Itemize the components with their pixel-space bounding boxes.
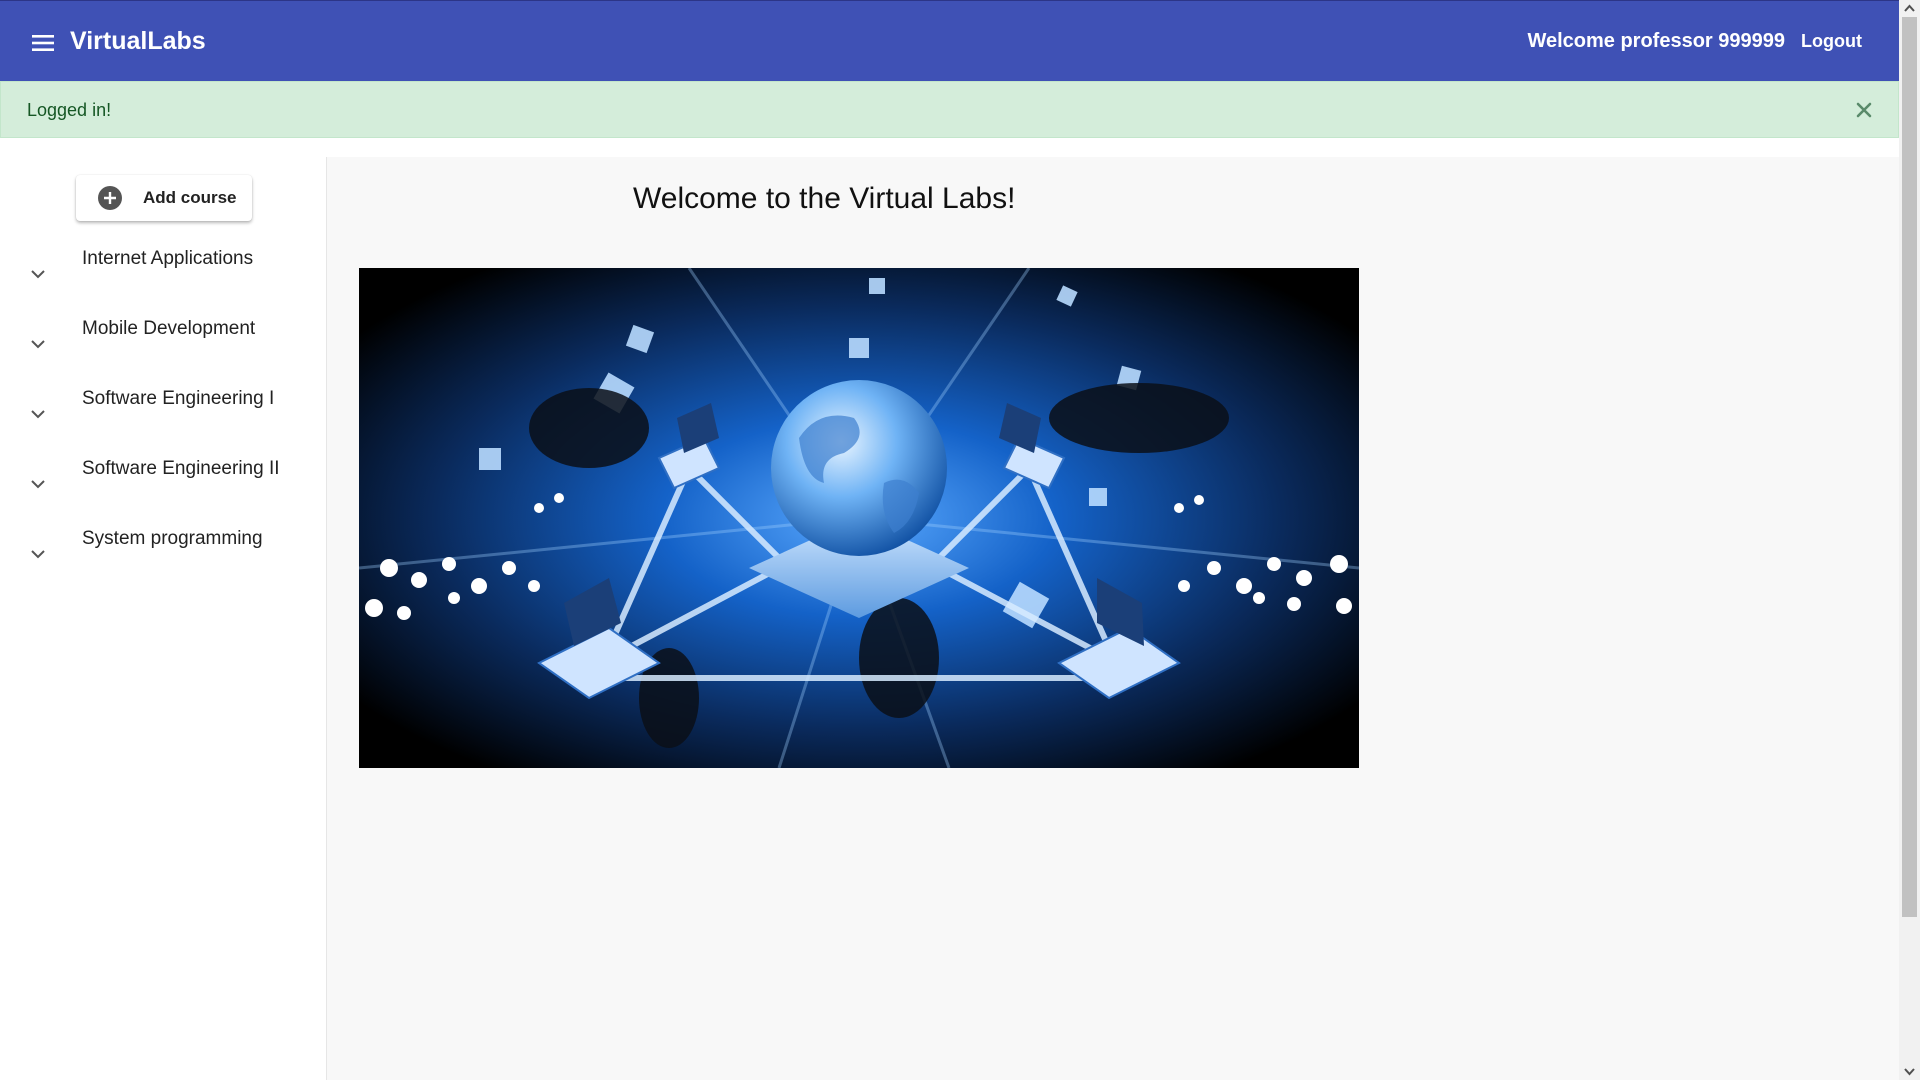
course-item-internet-applications[interactable]: Internet Applications xyxy=(0,245,327,301)
chevron-down-icon xyxy=(31,550,45,559)
page-title: Welcome to the Virtual Labs! xyxy=(633,182,1016,215)
add-course-button[interactable]: Add course xyxy=(76,175,252,221)
logout-button[interactable]: Logout xyxy=(1801,1,1862,82)
plus-circle-icon xyxy=(98,186,122,210)
welcome-message: Welcome professor 999999 xyxy=(1527,30,1785,52)
globe-network-illustration xyxy=(359,268,1359,768)
chevron-down-icon xyxy=(31,480,45,489)
chevron-down-icon xyxy=(1904,1068,1915,1076)
close-icon xyxy=(1856,102,1872,118)
chevron-down-icon xyxy=(31,410,45,419)
alert-close-button[interactable] xyxy=(1854,100,1874,120)
sidebar: Add course Internet Applications Mobile … xyxy=(0,157,327,1080)
hero-image xyxy=(359,268,1359,768)
chevron-down-icon xyxy=(31,340,45,349)
vertical-scrollbar[interactable] xyxy=(1899,0,1920,1080)
top-toolbar: VirtualLabs Welcome professor 999999 Log… xyxy=(0,0,1899,81)
course-item-software-engineering-i[interactable]: Software Engineering I xyxy=(0,385,327,441)
course-label: Internet Applications xyxy=(82,248,254,269)
course-item-mobile-development[interactable]: Mobile Development xyxy=(0,315,327,371)
chevron-up-icon xyxy=(1904,4,1915,12)
scroll-down-button[interactable] xyxy=(1899,1063,1920,1080)
course-label: Software Engineering I xyxy=(82,388,275,409)
hamburger-menu-icon xyxy=(32,35,54,51)
course-label: Mobile Development xyxy=(82,318,256,339)
chevron-down-icon xyxy=(31,270,45,279)
course-label: Software Engineering II xyxy=(82,458,280,479)
success-alert: Logged in! xyxy=(0,81,1899,138)
main-content: Welcome to the Virtual Labs! xyxy=(327,157,1899,1080)
course-item-system-programming[interactable]: System programming xyxy=(0,525,327,581)
alert-message: Logged in! xyxy=(27,100,112,120)
course-label: System programming xyxy=(82,528,263,549)
course-item-software-engineering-ii[interactable]: Software Engineering II xyxy=(0,455,327,511)
app-title[interactable]: VirtualLabs xyxy=(70,1,206,82)
scroll-up-button[interactable] xyxy=(1899,0,1920,17)
scroll-thumb[interactable] xyxy=(1902,17,1917,917)
add-course-label: Add course xyxy=(143,188,237,207)
menu-button[interactable] xyxy=(26,25,62,61)
